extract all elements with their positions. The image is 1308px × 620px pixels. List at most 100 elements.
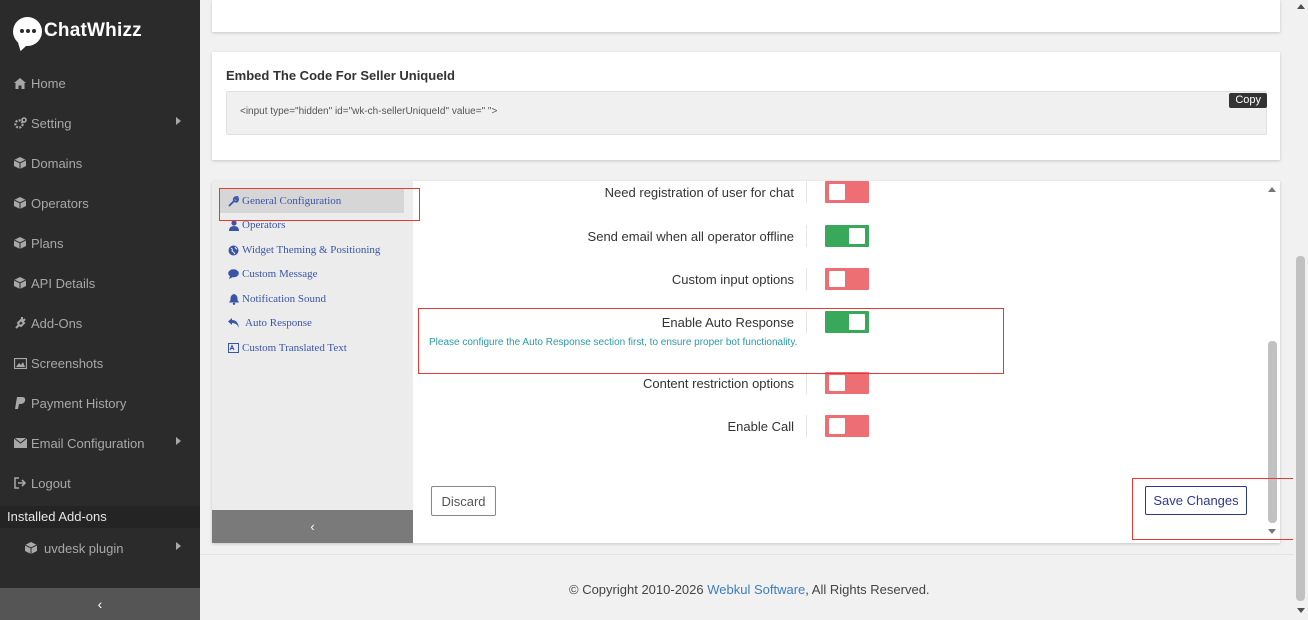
copyright-prefix: © Copyright 2010-2026 [569, 582, 708, 597]
sidebar-item-label: Email Configuration [31, 435, 145, 451]
globe-icon [228, 245, 239, 256]
scrollbar-thumb[interactable] [1268, 341, 1277, 523]
menu-item-custom-translated-text[interactable]: Custom Translated Text [228, 342, 347, 354]
sidebar-item-label: Payment History [31, 395, 127, 411]
chevron-right-icon [176, 117, 181, 125]
toggle-knob [829, 271, 845, 287]
embed-code-card: Embed The Code For Seller UniqueId <inpu… [212, 52, 1280, 160]
setting-label-enable-call: Enable Call [727, 419, 795, 434]
row-divider [806, 311, 807, 333]
sidebar-item-screenshots[interactable]: Screenshots [0, 343, 200, 383]
sidebar-item-setting[interactable]: Setting [0, 103, 200, 143]
row-divider [806, 415, 807, 437]
settings-scrollbar[interactable] [1265, 181, 1280, 543]
menu-item-operators[interactable]: Operators [228, 219, 285, 231]
copyright-text: © Copyright 2010-2026 Webkul Software, A… [569, 582, 930, 597]
sidebar-collapse-button[interactable]: ‹ [0, 588, 200, 620]
chevron-right-icon [176, 542, 181, 550]
config-menu-collapse-button[interactable]: ‹ [212, 510, 413, 543]
menu-item-label: Widget Theming & Positioning [242, 244, 381, 256]
company-link[interactable]: Webkul Software [707, 582, 805, 597]
toggle-knob [829, 375, 845, 391]
sidebar-item-label: Logout [31, 475, 71, 491]
envelope-icon [13, 436, 27, 450]
reply-icon [228, 318, 239, 329]
sidebar-item-home[interactable]: Home [0, 63, 200, 103]
setting-label-content-restriction: Content restriction options [642, 376, 794, 391]
sign-out-icon [13, 476, 27, 490]
sidebar-item-logout[interactable]: Logout [0, 463, 200, 503]
scroll-up-arrow-icon[interactable] [1268, 187, 1276, 192]
embed-section-title: Embed The Code For Seller UniqueId [226, 68, 455, 83]
menu-item-label: Notification Sound [242, 293, 327, 305]
user-icon [228, 219, 239, 231]
menu-item-widget-theming[interactable]: Widget Theming & Positioning [228, 244, 380, 256]
language-icon [228, 343, 239, 354]
setting-label-email-offline: Send email when all operator offline [587, 229, 794, 244]
toggle-custom-input[interactable] [825, 268, 869, 290]
cube-icon [13, 236, 27, 250]
sidebar-item-label: Home [31, 75, 66, 91]
wrench-icon [228, 195, 239, 207]
cube-icon [13, 196, 27, 210]
cube-icon [13, 156, 27, 170]
scroll-down-arrow-icon[interactable] [1268, 529, 1276, 534]
installed-addons-heading: Installed Add-ons [0, 506, 200, 528]
scrollbar-thumb[interactable] [1296, 256, 1305, 601]
chevron-left-icon: ‹ [310, 519, 315, 534]
sidebar-item-payment-history[interactable]: Payment History [0, 383, 200, 423]
row-divider [806, 181, 807, 203]
toggle-registration[interactable] [825, 181, 869, 203]
discard-button[interactable]: Discard [431, 486, 496, 516]
menu-item-general-configuration[interactable]: General Configuration [228, 195, 341, 207]
sidebar-item-add-ons[interactable]: Add-Ons [0, 303, 200, 343]
cogs-icon [13, 116, 27, 130]
row-divider [806, 372, 807, 394]
sidebar-item-email-configuration[interactable]: Email Configuration [0, 423, 200, 463]
toggle-content-restriction[interactable] [825, 372, 869, 394]
toggle-auto-response[interactable] [825, 311, 869, 333]
sidebar-item-label: Screenshots [31, 355, 104, 371]
menu-item-label: Auto Response [245, 317, 312, 329]
copy-button[interactable]: Copy [1229, 93, 1267, 108]
sidebar-item-label: Operators [31, 195, 89, 211]
save-changes-button[interactable]: Save Changes [1145, 486, 1247, 515]
menu-item-auto-response[interactable]: Auto Response [228, 317, 312, 329]
toggle-knob [829, 184, 845, 200]
sidebar-item-label: Setting [31, 115, 72, 131]
sidebar-item-uvdesk-plugin[interactable]: uvdesk plugin [0, 528, 200, 568]
sidebar-item-label: Plans [31, 235, 64, 251]
setting-label-custom-input: Custom input options [671, 272, 794, 287]
footer: © Copyright 2010-2026 Webkul Software, A… [200, 554, 1293, 620]
cube-icon [13, 276, 27, 290]
menu-item-label: General Configuration [242, 195, 342, 207]
page-scrollbar[interactable] [1293, 0, 1308, 620]
settings-card: General Configuration Operators Widget T… [212, 181, 1280, 543]
toggle-knob [849, 314, 865, 330]
copyright-suffix: , All Rights Reserved. [805, 582, 930, 597]
comment-icon [228, 269, 239, 280]
menu-item-label: Custom Message [242, 268, 318, 280]
sidebar-item-operators[interactable]: Operators [0, 183, 200, 223]
chat-bubble-icon [13, 16, 42, 46]
image-icon [13, 356, 27, 370]
menu-item-label: Operators [242, 219, 286, 231]
toggle-enable-call[interactable] [825, 415, 869, 437]
setting-label-auto-response: Enable Auto Response [661, 315, 794, 330]
paypal-icon [13, 396, 27, 410]
embed-code-box[interactable]: <input type="hidden" id="wk-ch-sellerUni… [226, 91, 1267, 135]
row-divider [806, 268, 807, 290]
sidebar-item-label: Add-Ons [31, 315, 83, 331]
menu-item-notification-sound[interactable]: Notification Sound [228, 293, 326, 305]
brand-logo[interactable]: ChatWhizz [13, 14, 142, 48]
menu-item-custom-message[interactable]: Custom Message [228, 268, 317, 280]
bell-icon [228, 293, 239, 305]
sidebar-item-plans[interactable]: Plans [0, 223, 200, 263]
toggle-email-offline[interactable] [825, 225, 869, 247]
scroll-down-arrow-icon[interactable] [1297, 608, 1305, 613]
sidebar-item-domains[interactable]: Domains [0, 143, 200, 183]
toggle-knob [829, 418, 845, 434]
sidebar-item-api-details[interactable]: API Details [0, 263, 200, 303]
sidebar-item-label: uvdesk plugin [44, 540, 124, 556]
scroll-up-arrow-icon[interactable] [1297, 4, 1305, 9]
